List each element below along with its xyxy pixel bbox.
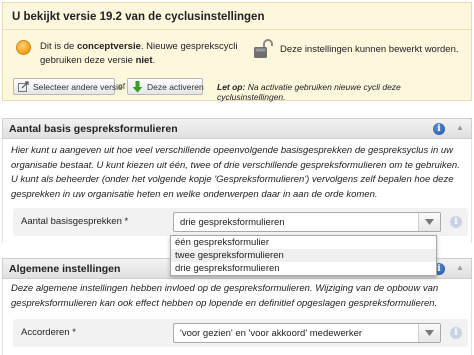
dropdown-option[interactable]: één gespreksformulier — [171, 236, 436, 249]
info-icon[interactable]: i — [450, 327, 462, 339]
editable-status-text: Deze instellingen kunnen bewerkt worden. — [280, 44, 459, 55]
section-description: Deze algemene instellingen hebben invloe… — [11, 283, 439, 309]
accord-select[interactable]: 'voor gezien' en 'voor akkoord' medewerk… — [173, 323, 441, 343]
field-label: Accorderen * — [21, 327, 76, 338]
section-title: Algemene instellingen — [9, 263, 121, 275]
version-title: U bekijkt versie 19.2 van de cyclusinste… — [12, 11, 265, 23]
or-text: of — [118, 81, 126, 91]
activation-note: Let op: Na activatie gebruiken nieuwe cy… — [217, 82, 401, 102]
activate-version-button[interactable]: Deze activeren — [127, 78, 204, 95]
accord-field-row: Accorderen * 'voor gezien' en 'voor akko… — [13, 319, 468, 347]
triangle-down-icon[interactable] — [418, 213, 440, 231]
dropdown-option[interactable]: drie gespreksformulieren — [171, 262, 436, 275]
orange-dot-icon — [16, 40, 31, 55]
basis-talks-dropdown: één gespreksformulier twee gespreksformu… — [170, 235, 437, 276]
info-icon[interactable]: i — [433, 123, 445, 135]
info-icon[interactable]: i — [450, 216, 462, 228]
basis-talks-select[interactable]: drie gespreksformulieren — [173, 212, 441, 232]
section-description: Hier kunt u aangeven uit hoe veel versch… — [11, 145, 460, 200]
chevron-up-icon[interactable]: ▲ — [456, 263, 464, 272]
down-arrow-icon — [132, 80, 143, 93]
version-panel: U bekijkt versie 19.2 van de cyclusinste… — [2, 2, 472, 102]
section-header-basis-forms: Aantal basis gespreksformulieren i ▲ — [2, 118, 472, 139]
section-body-general-settings: Deze algemene instellingen hebben invloe… — [2, 279, 472, 355]
divider — [3, 29, 471, 30]
edit-arrow-icon — [18, 81, 29, 93]
concept-version-text: Dit is de conceptversie. Nieuwe gespreks… — [40, 41, 238, 66]
dropdown-option[interactable]: twee gespreksformulieren — [171, 249, 436, 262]
unlocked-padlock-icon — [254, 39, 273, 58]
triangle-down-icon[interactable] — [418, 324, 440, 342]
section-title: Aantal basis gespreksformulieren — [9, 123, 178, 135]
basis-talks-field-row: Aantal basisgesprekken * drie gespreksfo… — [13, 208, 468, 236]
chevron-up-icon[interactable]: ▲ — [456, 123, 464, 132]
section-body-basis-forms: Hier kunt u aangeven uit hoe veel versch… — [2, 139, 472, 243]
field-label: Aantal basisgesprekken * — [21, 216, 129, 227]
select-other-version-button[interactable]: Selecteer andere versie — [13, 78, 123, 95]
